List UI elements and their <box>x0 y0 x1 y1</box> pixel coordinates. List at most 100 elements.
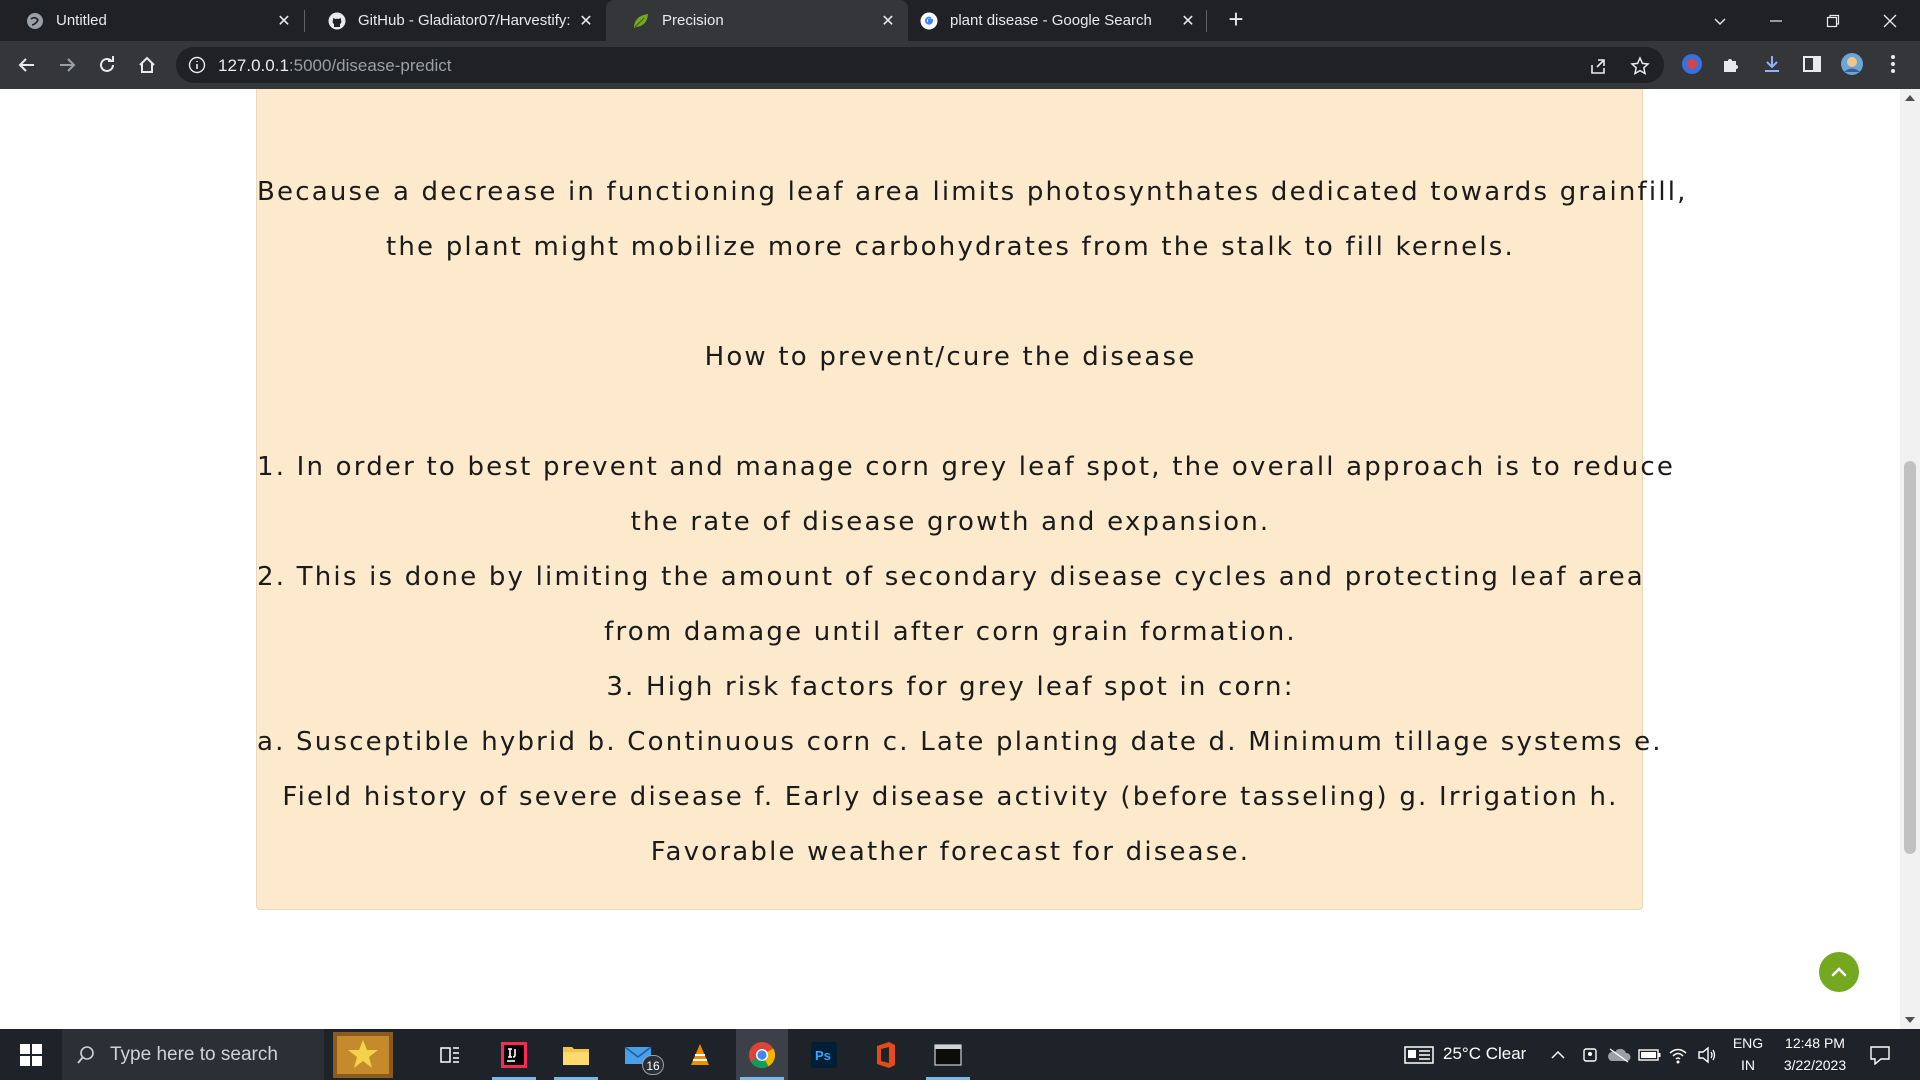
github-icon <box>328 12 346 30</box>
tab-separator <box>1206 10 1207 32</box>
menu-kebab-icon[interactable] <box>1880 51 1906 77</box>
address-bar[interactable]: 127.0.0.1:5000/disease-predict <box>176 47 1664 83</box>
prevention-heading: How to prevent/cure the disease <box>704 342 1197 372</box>
weather-icon[interactable] <box>1404 1045 1434 1065</box>
windows-logo-icon <box>20 1043 42 1066</box>
region-indicator[interactable]: IN <box>1731 1057 1765 1073</box>
leaf-icon <box>632 12 650 30</box>
taskbar-file-explorer[interactable] <box>550 1029 602 1080</box>
tab-title: plant disease - Google Search <box>950 12 1152 29</box>
battery-icon[interactable] <box>1638 1045 1662 1065</box>
search-placeholder: Type here to search <box>110 1043 278 1065</box>
clock-date[interactable]: 3/22/2023 <box>1775 1057 1855 1073</box>
restore-button[interactable] <box>1810 0 1856 41</box>
back-button[interactable] <box>13 51 41 79</box>
close-icon[interactable]: ✕ <box>878 11 898 31</box>
intro-line: the plant might mobilize more carbohydra… <box>385 232 1516 262</box>
notification-icon[interactable] <box>1868 1045 1892 1065</box>
weather-text[interactable]: 25°C Clear <box>1443 1044 1526 1064</box>
profile-avatar[interactable] <box>1839 51 1865 77</box>
tab-strip: Untitled ✕ GitHub - Gladiator07/Harvesti… <box>0 0 1920 41</box>
taskbar-terminal[interactable] <box>922 1029 974 1080</box>
risk-factor-line: Field history of severe disease f. Early… <box>282 782 1619 812</box>
prevention-step: from damage until after corn grain forma… <box>604 617 1297 647</box>
tab-title: Untitled <box>56 12 107 29</box>
minimize-button[interactable] <box>1753 0 1799 41</box>
reload-icon <box>100 56 114 72</box>
office-icon <box>877 1041 895 1068</box>
search-highlight-image[interactable] <box>330 1029 396 1080</box>
url-path: :5000/disease-predict <box>288 56 452 75</box>
task-view-button[interactable] <box>424 1029 476 1080</box>
task-view-icon <box>440 1046 459 1063</box>
prevention-step: 3. High risk factors for grey leaf spot … <box>606 672 1295 702</box>
browser-toolbar: 127.0.0.1:5000/disease-predict <box>0 41 1920 89</box>
download-icon[interactable] <box>1759 51 1785 77</box>
tab-title: Precision <box>662 12 724 29</box>
close-icon[interactable]: ✕ <box>1178 11 1198 31</box>
puzzle-icon[interactable] <box>1718 51 1744 77</box>
taskbar-photoshop[interactable]: Ps <box>798 1029 850 1080</box>
close-icon[interactable]: ✕ <box>576 11 596 31</box>
info-icon[interactable] <box>188 56 206 74</box>
tab-untitled[interactable]: Untitled ✕ <box>0 0 304 41</box>
google-icon <box>920 12 938 30</box>
new-tab-button[interactable]: + <box>1222 6 1250 34</box>
volume-icon[interactable] <box>1697 1045 1717 1065</box>
folder-icon <box>563 1046 589 1065</box>
start-button[interactable] <box>5 1029 57 1080</box>
svg-text:Ps: Ps <box>815 1048 831 1063</box>
mail-badge: 16 <box>642 1055 664 1075</box>
taskbar-mail[interactable]: 16 <box>612 1029 664 1080</box>
close-icon <box>1883 14 1897 27</box>
share-icon[interactable] <box>1588 56 1608 76</box>
url-text[interactable]: 127.0.0.1:5000/disease-predict <box>218 56 451 76</box>
photoshop-icon: Ps <box>811 1041 837 1068</box>
forward-button[interactable] <box>53 51 81 79</box>
home-button[interactable] <box>133 51 161 79</box>
intro-line: Because a decrease in functioning leaf a… <box>257 177 1688 207</box>
taskbar-intellij[interactable] <box>488 1029 540 1080</box>
meet-now-icon[interactable] <box>1580 1045 1600 1065</box>
risk-factor-line: Favorable weather forecast for disease. <box>650 837 1251 867</box>
prevention-step: 1. In order to best prevent and manage c… <box>257 452 1676 482</box>
arrow-right-icon <box>60 58 76 72</box>
windows-taskbar: Type here to search 16 Ps 25°C Clear ENG… <box>0 1029 1920 1080</box>
prevention-step: the rate of disease growth and expansion… <box>630 507 1271 537</box>
page-viewport: Because a decrease in functioning leaf a… <box>0 89 1900 1029</box>
tab-google-search[interactable]: plant disease - Google Search ✕ <box>908 0 1208 41</box>
wifi-icon[interactable] <box>1668 1045 1688 1065</box>
chevron-down-icon <box>1714 18 1726 25</box>
taskbar-vlc[interactable] <box>674 1029 726 1080</box>
side-panel-icon[interactable] <box>1799 51 1825 77</box>
onedrive-icon[interactable] <box>1607 1045 1631 1065</box>
terminal-icon <box>934 1043 962 1066</box>
prevention-step: 2. This is done by limiting the amount o… <box>257 562 1645 592</box>
scrollbar-thumb[interactable] <box>1904 461 1916 854</box>
clock-time[interactable]: 12:48 PM <box>1775 1035 1855 1051</box>
tab-precision[interactable]: Precision ✕ <box>606 0 908 41</box>
reload-button[interactable] <box>93 51 121 79</box>
minimize-icon <box>1770 19 1782 22</box>
page-scrollbar[interactable] <box>1900 89 1920 1029</box>
disease-info-card: Because a decrease in functioning leaf a… <box>256 89 1688 910</box>
tab-search-button[interactable] <box>1697 0 1743 41</box>
chevron-up-icon[interactable] <box>1548 1045 1568 1065</box>
vlc-icon <box>691 1043 709 1065</box>
taskbar-chrome[interactable] <box>736 1029 788 1080</box>
globe-icon <box>26 12 44 30</box>
tab-github[interactable]: GitHub - Gladiator07/Harvestify: ✕ <box>302 0 606 41</box>
extension-globe-icon[interactable] <box>1679 51 1705 77</box>
scroll-down-arrow[interactable] <box>1905 1017 1915 1023</box>
close-window-button[interactable] <box>1867 0 1913 41</box>
scroll-up-arrow[interactable] <box>1905 95 1915 101</box>
taskbar-search-box[interactable]: Type here to search <box>62 1029 324 1080</box>
language-indicator[interactable]: ENG <box>1731 1035 1765 1051</box>
taskbar-office[interactable] <box>860 1029 912 1080</box>
arrow-left-icon <box>18 58 34 72</box>
search-icon <box>77 1045 94 1064</box>
star-icon[interactable] <box>1630 56 1650 76</box>
scroll-to-top-button[interactable] <box>1819 952 1859 992</box>
close-icon[interactable]: ✕ <box>274 11 294 31</box>
restore-icon <box>1826 14 1840 27</box>
